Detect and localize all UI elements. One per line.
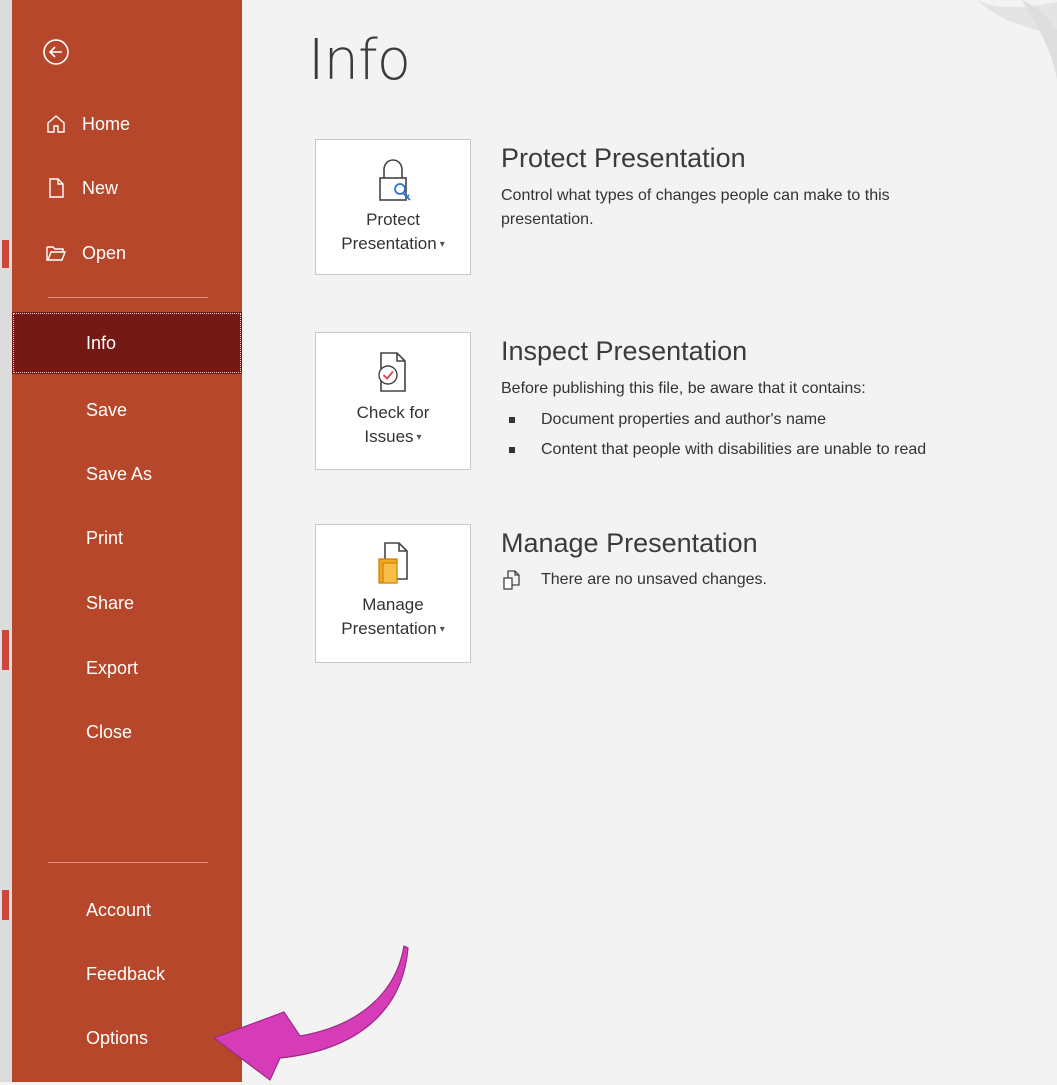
tile-label: Presentation [341,234,437,253]
lock-key-icon [379,159,411,201]
back-arrow-circle-icon [43,39,69,65]
dropdown-caret-icon: ▾ [439,238,445,250]
sidebar-item-label: Account [86,899,152,920]
inspect-issues-list: Document properties and author's name Co… [501,405,1051,465]
edge-mark [2,240,9,268]
manage-presentation-button[interactable]: Manage Presentation ▾ [315,524,471,663]
sidebar-item-label: Feedback [86,963,166,984]
sidebar-item-close[interactable]: Close [12,706,242,758]
sidebar-item-label: Print [86,527,124,548]
sidebar-item-export[interactable]: Export [12,642,242,694]
annotation-arrow-icon [212,945,409,1081]
sidebar-item-print[interactable]: Print [12,512,242,564]
document-versions-icon [503,570,520,590]
sidebar-item-label: Home [82,113,131,134]
sidebar-item-open[interactable]: Open [12,227,242,279]
new-document-icon [44,176,68,200]
sidebar-item-label: New [82,177,119,198]
background-decoration [977,0,1057,80]
bullet-icon [509,447,515,453]
backstage-sidebar: Home New Open Info Save Save As Print Sh… [12,0,242,1082]
section-title: Inspect Presentation [501,336,748,366]
sidebar-divider [48,862,208,863]
save-status: There are no unsaved changes. [501,569,1051,591]
document-check-icon [378,352,406,392]
save-status-text: There are no unsaved changes. [541,571,767,588]
sidebar-item-home[interactable]: Home [12,98,242,150]
section-description: Control what types of changes people can… [501,187,890,228]
edge-mark [2,890,9,920]
sidebar-item-label: Save [86,399,128,420]
protect-presentation-button[interactable]: Protect Presentation ▾ [315,139,471,275]
tile-label: Protect [366,210,420,229]
bullet-icon [509,417,515,423]
sidebar-item-label: Open [82,242,127,263]
section-description: Before publishing this file, be aware th… [501,380,866,397]
section-title: Manage Presentation [501,528,758,558]
sidebar-item-label: Share [86,592,135,613]
dropdown-caret-icon: ▾ [439,623,445,635]
home-icon [44,112,68,136]
section-title: Protect Presentation [501,143,746,173]
sidebar-item-label: Export [86,657,139,678]
sidebar-item-new[interactable]: New [12,162,242,214]
tile-label: Manage [362,595,424,614]
dropdown-caret-icon: ▾ [416,431,422,443]
back-button[interactable] [40,36,72,68]
page-title: Info [308,28,411,93]
tile-label: Issues [364,427,414,446]
sidebar-item-label: Save As [86,463,153,484]
sidebar-item-label: Info [86,332,117,353]
tile-label: Presentation [341,619,437,638]
open-folder-icon [44,241,68,265]
sidebar-divider [48,297,208,298]
check-for-issues-button[interactable]: Check for Issues ▾ [315,332,471,470]
manage-documents-icon [378,542,408,584]
sidebar-item-share[interactable]: Share [12,577,242,629]
sidebar-item-label: Close [86,721,133,742]
list-item: Document properties and author's name [501,405,1051,435]
list-item-text: Content that people with disabilities ar… [541,441,927,458]
sidebar-item-account[interactable]: Account [12,884,242,936]
tile-label: Check for [356,403,430,422]
sidebar-item-label: Options [86,1027,149,1048]
list-item: Content that people with disabilities ar… [501,435,1051,465]
sidebar-item-info[interactable]: Info [12,312,242,374]
edge-mark [2,630,9,670]
sidebar-item-save[interactable]: Save [12,384,242,436]
list-item-text: Document properties and author's name [541,411,826,428]
sidebar-item-save-as[interactable]: Save As [12,448,242,500]
